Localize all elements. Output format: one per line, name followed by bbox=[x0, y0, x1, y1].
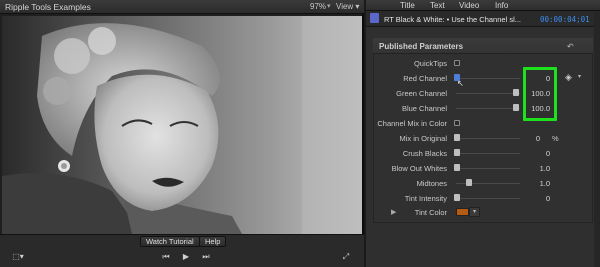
param-label-quicktips: QuickTips bbox=[413, 59, 447, 68]
midtones-thumb[interactable] bbox=[466, 179, 472, 186]
highlight-box bbox=[523, 67, 557, 121]
tint-intensity-value[interactable]: 0 bbox=[510, 194, 550, 203]
view-menu-button[interactable]: View ▾ bbox=[336, 2, 359, 11]
tab-text[interactable]: Text bbox=[430, 1, 445, 10]
filter-icon bbox=[370, 13, 379, 23]
viewer-title: Ripple Tools Examples bbox=[5, 2, 91, 12]
quicktips-checkbox[interactable] bbox=[454, 60, 460, 66]
param-label-channel-mix-in-color: Channel Mix in Color bbox=[377, 119, 447, 128]
play-icon[interactable]: ▶ bbox=[178, 251, 194, 262]
tab-video[interactable]: Video bbox=[459, 1, 479, 10]
portrait-image bbox=[2, 16, 362, 234]
keyframe-icon[interactable]: ◈ bbox=[565, 72, 572, 83]
param-label-tint-intensity: Tint Intensity bbox=[404, 194, 447, 203]
mix-in-original-thumb[interactable] bbox=[454, 134, 460, 141]
crop-tool-icon[interactable]: ⬚▾ bbox=[8, 251, 28, 262]
reset-icon[interactable]: ↶ bbox=[567, 42, 574, 51]
fullscreen-icon[interactable]: ⤢ bbox=[338, 251, 354, 262]
blow-out-whites-thumb[interactable] bbox=[454, 164, 460, 171]
channel-mix-in-color-checkbox[interactable] bbox=[454, 120, 460, 126]
mix-in-original-value[interactable]: 0 bbox=[500, 134, 540, 143]
watch-tutorial-button[interactable]: Watch Tutorial bbox=[140, 236, 200, 247]
section-title: Published Parameters bbox=[379, 42, 464, 51]
tint-intensity-thumb[interactable] bbox=[454, 194, 460, 201]
midtones-value[interactable]: 1.0 bbox=[510, 179, 550, 188]
tab-info[interactable]: Info bbox=[495, 1, 508, 10]
zoom-caret-icon[interactable]: ▾ bbox=[327, 2, 331, 10]
param-label-mix-in-original: Mix in Original bbox=[399, 134, 447, 143]
param-label-red-channel: Red Channel bbox=[403, 74, 447, 83]
cursor-icon: ↖ bbox=[457, 79, 464, 88]
previous-frame-icon[interactable]: ⏮ bbox=[158, 251, 174, 262]
tab-title[interactable]: Title bbox=[400, 1, 415, 10]
param-label-midtones: Midtones bbox=[416, 179, 447, 188]
video-frame bbox=[2, 16, 362, 234]
clip-title: RT Black & White: • Use the Channel sl..… bbox=[384, 15, 521, 24]
timecode: 00:00:04;01 bbox=[540, 15, 590, 24]
mix-in-original-unit: % bbox=[552, 134, 559, 143]
keyframe-caret-icon[interactable]: ▾ bbox=[578, 73, 581, 80]
tint-color-swatch[interactable] bbox=[456, 208, 469, 216]
param-label-blue-channel: Blue Channel bbox=[401, 104, 447, 113]
crush-blacks-thumb[interactable] bbox=[454, 149, 460, 156]
blow-out-whites-value[interactable]: 1.0 bbox=[510, 164, 550, 173]
next-frame-icon[interactable]: ⏭ bbox=[198, 251, 214, 262]
param-label-blow-out-whites: Blow Out Whites bbox=[391, 164, 447, 173]
tint-color-dropdown-icon[interactable]: ▾ bbox=[469, 207, 480, 217]
inspector-scrollbar[interactable] bbox=[594, 11, 600, 267]
crush-blacks-value[interactable]: 0 bbox=[510, 149, 550, 158]
param-label-crush-blacks: Crush Blacks bbox=[402, 149, 447, 158]
param-label-tint-color: Tint Color bbox=[414, 208, 447, 217]
help-button[interactable]: Help bbox=[199, 236, 227, 247]
zoom-level[interactable]: 97% bbox=[310, 2, 326, 11]
param-label-green-channel: Green Channel bbox=[396, 89, 447, 98]
